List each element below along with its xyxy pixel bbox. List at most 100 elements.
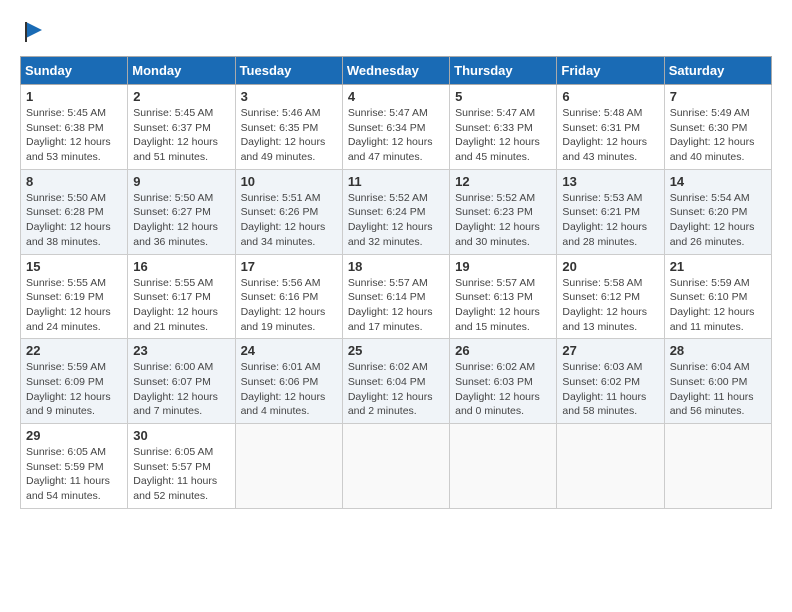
day-info: Sunrise: 5:48 AM Sunset: 6:31 PM Dayligh… bbox=[562, 106, 658, 165]
day-info: Sunrise: 6:05 AM Sunset: 5:59 PM Dayligh… bbox=[26, 445, 122, 504]
day-info: Sunrise: 5:51 AM Sunset: 6:26 PM Dayligh… bbox=[241, 191, 337, 250]
day-info: Sunrise: 6:03 AM Sunset: 6:02 PM Dayligh… bbox=[562, 360, 658, 419]
calendar-day-cell: 26 Sunrise: 6:02 AM Sunset: 6:03 PM Dayli… bbox=[450, 339, 557, 424]
day-number: 23 bbox=[133, 343, 229, 358]
day-info: Sunrise: 5:57 AM Sunset: 6:14 PM Dayligh… bbox=[348, 276, 444, 335]
calendar-day-cell: 30 Sunrise: 6:05 AM Sunset: 5:57 PM Dayli… bbox=[128, 424, 235, 509]
calendar-day-cell: 15 Sunrise: 5:55 AM Sunset: 6:19 PM Dayli… bbox=[21, 254, 128, 339]
calendar-day-cell: 14 Sunrise: 5:54 AM Sunset: 6:20 PM Dayli… bbox=[664, 169, 771, 254]
day-info: Sunrise: 5:59 AM Sunset: 6:10 PM Dayligh… bbox=[670, 276, 766, 335]
day-of-week-header: Friday bbox=[557, 57, 664, 85]
day-info: Sunrise: 6:02 AM Sunset: 6:03 PM Dayligh… bbox=[455, 360, 551, 419]
calendar-week-row: 22 Sunrise: 5:59 AM Sunset: 6:09 PM Dayli… bbox=[21, 339, 772, 424]
day-number: 20 bbox=[562, 259, 658, 274]
day-number: 26 bbox=[455, 343, 551, 358]
day-number: 16 bbox=[133, 259, 229, 274]
day-number: 3 bbox=[241, 89, 337, 104]
calendar-day-cell: 11 Sunrise: 5:52 AM Sunset: 6:24 PM Dayli… bbox=[342, 169, 449, 254]
day-number: 11 bbox=[348, 174, 444, 189]
calendar-day-cell: 28 Sunrise: 6:04 AM Sunset: 6:00 PM Dayli… bbox=[664, 339, 771, 424]
day-number: 27 bbox=[562, 343, 658, 358]
calendar-week-row: 15 Sunrise: 5:55 AM Sunset: 6:19 PM Dayli… bbox=[21, 254, 772, 339]
day-info: Sunrise: 5:53 AM Sunset: 6:21 PM Dayligh… bbox=[562, 191, 658, 250]
day-number: 21 bbox=[670, 259, 766, 274]
calendar-day-cell: 27 Sunrise: 6:03 AM Sunset: 6:02 PM Dayli… bbox=[557, 339, 664, 424]
day-info: Sunrise: 6:00 AM Sunset: 6:07 PM Dayligh… bbox=[133, 360, 229, 419]
calendar-table: SundayMondayTuesdayWednesdayThursdayFrid… bbox=[20, 56, 772, 509]
day-number: 18 bbox=[348, 259, 444, 274]
calendar-empty-cell bbox=[235, 424, 342, 509]
day-number: 30 bbox=[133, 428, 229, 443]
day-info: Sunrise: 6:01 AM Sunset: 6:06 PM Dayligh… bbox=[241, 360, 337, 419]
calendar-day-cell: 10 Sunrise: 5:51 AM Sunset: 6:26 PM Dayli… bbox=[235, 169, 342, 254]
calendar-empty-cell bbox=[557, 424, 664, 509]
day-info: Sunrise: 6:05 AM Sunset: 5:57 PM Dayligh… bbox=[133, 445, 229, 504]
day-number: 8 bbox=[26, 174, 122, 189]
day-number: 6 bbox=[562, 89, 658, 104]
calendar-day-cell: 21 Sunrise: 5:59 AM Sunset: 6:10 PM Dayli… bbox=[664, 254, 771, 339]
day-info: Sunrise: 5:56 AM Sunset: 6:16 PM Dayligh… bbox=[241, 276, 337, 335]
day-number: 2 bbox=[133, 89, 229, 104]
calendar-day-cell: 4Sunrise: 5:47 AM Sunset: 6:34 PM Daylig… bbox=[342, 85, 449, 170]
day-of-week-header: Sunday bbox=[21, 57, 128, 85]
calendar-day-cell: 9 Sunrise: 5:50 AM Sunset: 6:27 PM Daylig… bbox=[128, 169, 235, 254]
day-of-week-header: Thursday bbox=[450, 57, 557, 85]
day-info: Sunrise: 5:47 AM Sunset: 6:33 PM Dayligh… bbox=[455, 106, 551, 165]
day-number: 29 bbox=[26, 428, 122, 443]
day-number: 1 bbox=[26, 89, 122, 104]
day-number: 28 bbox=[670, 343, 766, 358]
day-number: 24 bbox=[241, 343, 337, 358]
calendar-day-cell: 19 Sunrise: 5:57 AM Sunset: 6:13 PM Dayli… bbox=[450, 254, 557, 339]
day-number: 5 bbox=[455, 89, 551, 104]
calendar-week-row: 29 Sunrise: 6:05 AM Sunset: 5:59 PM Dayli… bbox=[21, 424, 772, 509]
calendar-empty-cell bbox=[342, 424, 449, 509]
logo-flag-icon bbox=[22, 20, 46, 44]
calendar-day-cell: 25Sunrise: 6:02 AM Sunset: 6:04 PM Dayli… bbox=[342, 339, 449, 424]
calendar-day-cell: 8 Sunrise: 5:50 AM Sunset: 6:28 PM Daylig… bbox=[21, 169, 128, 254]
calendar-header-row: SundayMondayTuesdayWednesdayThursdayFrid… bbox=[21, 57, 772, 85]
calendar-day-cell: 6 Sunrise: 5:48 AM Sunset: 6:31 PM Daylig… bbox=[557, 85, 664, 170]
calendar-day-cell: 1 Sunrise: 5:45 AM Sunset: 6:38 PM Daylig… bbox=[21, 85, 128, 170]
day-of-week-header: Wednesday bbox=[342, 57, 449, 85]
day-number: 17 bbox=[241, 259, 337, 274]
day-info: Sunrise: 5:52 AM Sunset: 6:23 PM Dayligh… bbox=[455, 191, 551, 250]
day-info: Sunrise: 5:47 AM Sunset: 6:34 PM Dayligh… bbox=[348, 106, 444, 165]
day-number: 13 bbox=[562, 174, 658, 189]
day-info: Sunrise: 5:49 AM Sunset: 6:30 PM Dayligh… bbox=[670, 106, 766, 165]
day-number: 22 bbox=[26, 343, 122, 358]
day-info: Sunrise: 5:52 AM Sunset: 6:24 PM Dayligh… bbox=[348, 191, 444, 250]
day-number: 19 bbox=[455, 259, 551, 274]
day-of-week-header: Monday bbox=[128, 57, 235, 85]
day-number: 15 bbox=[26, 259, 122, 274]
calendar-day-cell: 29 Sunrise: 6:05 AM Sunset: 5:59 PM Dayli… bbox=[21, 424, 128, 509]
calendar-day-cell: 5 Sunrise: 5:47 AM Sunset: 6:33 PM Daylig… bbox=[450, 85, 557, 170]
day-info: Sunrise: 5:50 AM Sunset: 6:28 PM Dayligh… bbox=[26, 191, 122, 250]
day-info: Sunrise: 5:58 AM Sunset: 6:12 PM Dayligh… bbox=[562, 276, 658, 335]
day-number: 10 bbox=[241, 174, 337, 189]
day-info: Sunrise: 5:59 AM Sunset: 6:09 PM Dayligh… bbox=[26, 360, 122, 419]
day-info: Sunrise: 5:46 AM Sunset: 6:35 PM Dayligh… bbox=[241, 106, 337, 165]
day-info: Sunrise: 5:45 AM Sunset: 6:37 PM Dayligh… bbox=[133, 106, 229, 165]
day-number: 12 bbox=[455, 174, 551, 189]
day-info: Sunrise: 5:57 AM Sunset: 6:13 PM Dayligh… bbox=[455, 276, 551, 335]
day-info: Sunrise: 5:45 AM Sunset: 6:38 PM Dayligh… bbox=[26, 106, 122, 165]
day-info: Sunrise: 5:50 AM Sunset: 6:27 PM Dayligh… bbox=[133, 191, 229, 250]
calendar-day-cell: 2 Sunrise: 5:45 AM Sunset: 6:37 PM Daylig… bbox=[128, 85, 235, 170]
day-number: 14 bbox=[670, 174, 766, 189]
day-info: Sunrise: 5:54 AM Sunset: 6:20 PM Dayligh… bbox=[670, 191, 766, 250]
calendar-day-cell: 3 Sunrise: 5:46 AM Sunset: 6:35 PM Daylig… bbox=[235, 85, 342, 170]
calendar-empty-cell bbox=[450, 424, 557, 509]
calendar-empty-cell bbox=[664, 424, 771, 509]
day-number: 9 bbox=[133, 174, 229, 189]
calendar-day-cell: 23 Sunrise: 6:00 AM Sunset: 6:07 PM Dayli… bbox=[128, 339, 235, 424]
day-info: Sunrise: 5:55 AM Sunset: 6:17 PM Dayligh… bbox=[133, 276, 229, 335]
day-info: Sunrise: 6:02 AM Sunset: 6:04 PM Dayligh… bbox=[348, 360, 444, 419]
calendar-week-row: 8 Sunrise: 5:50 AM Sunset: 6:28 PM Daylig… bbox=[21, 169, 772, 254]
day-of-week-header: Tuesday bbox=[235, 57, 342, 85]
day-info: Sunrise: 5:55 AM Sunset: 6:19 PM Dayligh… bbox=[26, 276, 122, 335]
calendar-day-cell: 18 Sunrise: 5:57 AM Sunset: 6:14 PM Dayli… bbox=[342, 254, 449, 339]
calendar-day-cell: 12 Sunrise: 5:52 AM Sunset: 6:23 PM Dayli… bbox=[450, 169, 557, 254]
calendar-day-cell: 7Sunrise: 5:49 AM Sunset: 6:30 PM Daylig… bbox=[664, 85, 771, 170]
day-info: Sunrise: 6:04 AM Sunset: 6:00 PM Dayligh… bbox=[670, 360, 766, 419]
calendar-day-cell: 22 Sunrise: 5:59 AM Sunset: 6:09 PM Dayli… bbox=[21, 339, 128, 424]
